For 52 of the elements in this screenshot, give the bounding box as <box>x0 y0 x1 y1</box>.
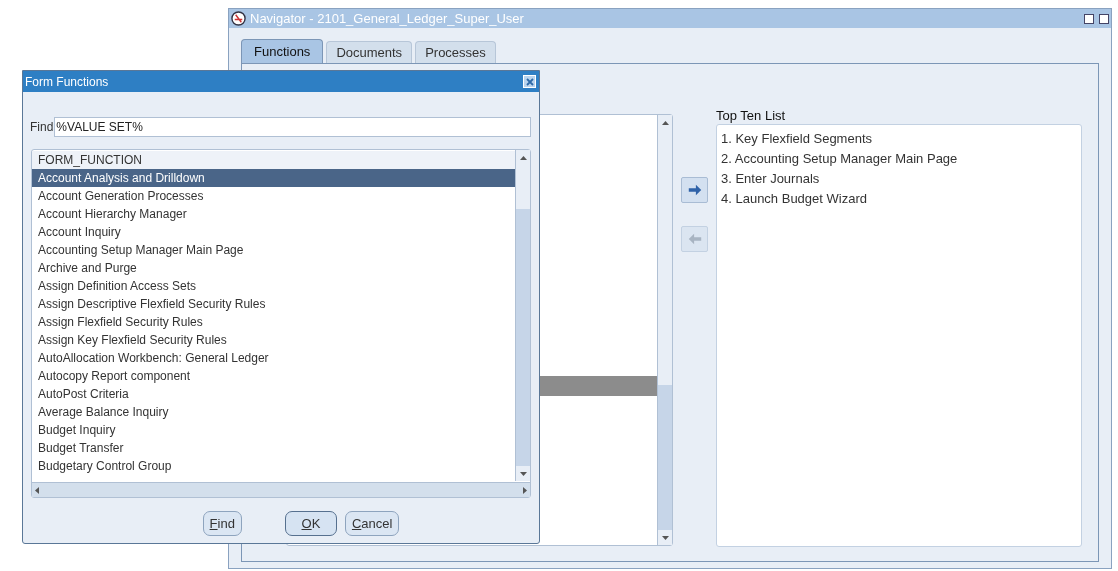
list-row[interactable]: Assign Definition Access Sets <box>32 277 515 295</box>
list-row[interactable]: Account Analysis and Drilldown <box>32 169 515 187</box>
scroll-thumb[interactable] <box>658 130 672 385</box>
list-row[interactable]: Assign Descriptive Flexfield Security Rules <box>32 295 515 313</box>
list-row[interactable]: Archive and Purge <box>32 259 515 277</box>
list-row[interactable]: Budget Transfer <box>32 439 515 457</box>
list-row[interactable]: Accounting Setup Manager Main Page <box>32 241 515 259</box>
dialog-title: Form Functions <box>25 73 110 91</box>
top-ten-label: Top Ten List <box>716 108 787 124</box>
column-header: FORM_FUNCTION <box>32 151 515 169</box>
list-row[interactable]: Account Inquiry <box>32 223 515 241</box>
list-row[interactable]: Account Hierarchy Manager <box>32 205 515 223</box>
list-row[interactable]: Assign Key Flexfield Security Rules <box>32 331 515 349</box>
scroll-up-icon <box>661 120 669 125</box>
list-item[interactable]: 3. Enter Journals <box>721 169 820 189</box>
dialog-button[interactable]: Find <box>202 511 242 536</box>
list-row[interactable]: Assign Flexfield Security Rules <box>32 313 515 331</box>
list-item[interactable]: 2. Accounting Setup Manager Main Page <box>721 149 958 169</box>
add-to-list-button[interactable] <box>681 177 708 203</box>
app-logo-icon <box>231 11 246 26</box>
scroll-left-icon <box>35 486 39 494</box>
tab[interactable]: Functions <box>241 39 324 63</box>
scroll-up-icon <box>519 155 527 160</box>
find-label: Find <box>30 119 54 136</box>
left-arrow-icon <box>686 231 703 247</box>
dialog-button[interactable]: Cancel <box>344 511 400 536</box>
list-row[interactable]: Average Balance Inquiry <box>32 403 515 421</box>
list-row[interactable]: AutoAllocation Workbench: General Ledger <box>32 349 515 367</box>
scroll-down-icon <box>661 535 669 540</box>
find-field[interactable]: %VALUE SET% <box>54 117 531 137</box>
list-item[interactable]: 1. Key Flexfield Segments <box>721 129 873 149</box>
list-row[interactable]: AutoPost Criteria <box>32 385 515 403</box>
dialog-button[interactable]: OK <box>284 511 337 536</box>
list-row[interactable]: Account Generation Processes <box>32 187 515 205</box>
horizontal-scrollbar[interactable] <box>32 482 530 497</box>
list-item[interactable]: 4. Launch Budget Wizard <box>721 189 867 209</box>
maximize-button[interactable] <box>1099 13 1109 24</box>
scroll-thumb[interactable] <box>516 165 530 209</box>
list-row[interactable]: Budget Inquiry <box>32 421 515 439</box>
scroll-down-icon <box>519 471 527 476</box>
minimize-button[interactable] <box>1084 13 1094 24</box>
tab[interactable]: Processes <box>415 41 496 63</box>
list-row[interactable]: Autocopy Report component <box>32 367 515 385</box>
tab[interactable]: Documents <box>326 41 413 63</box>
close-button[interactable] <box>523 75 536 88</box>
right-arrow-icon <box>686 182 703 198</box>
vertical-scrollbar[interactable] <box>515 150 530 481</box>
window-title: Navigator - 2101_General_Ledger_Super_User <box>250 9 525 28</box>
scroll-right-icon <box>523 486 527 494</box>
list-row[interactable]: Budgetary Control Group <box>32 457 515 475</box>
close-icon <box>525 77 534 86</box>
vertical-scrollbar[interactable] <box>657 115 672 545</box>
